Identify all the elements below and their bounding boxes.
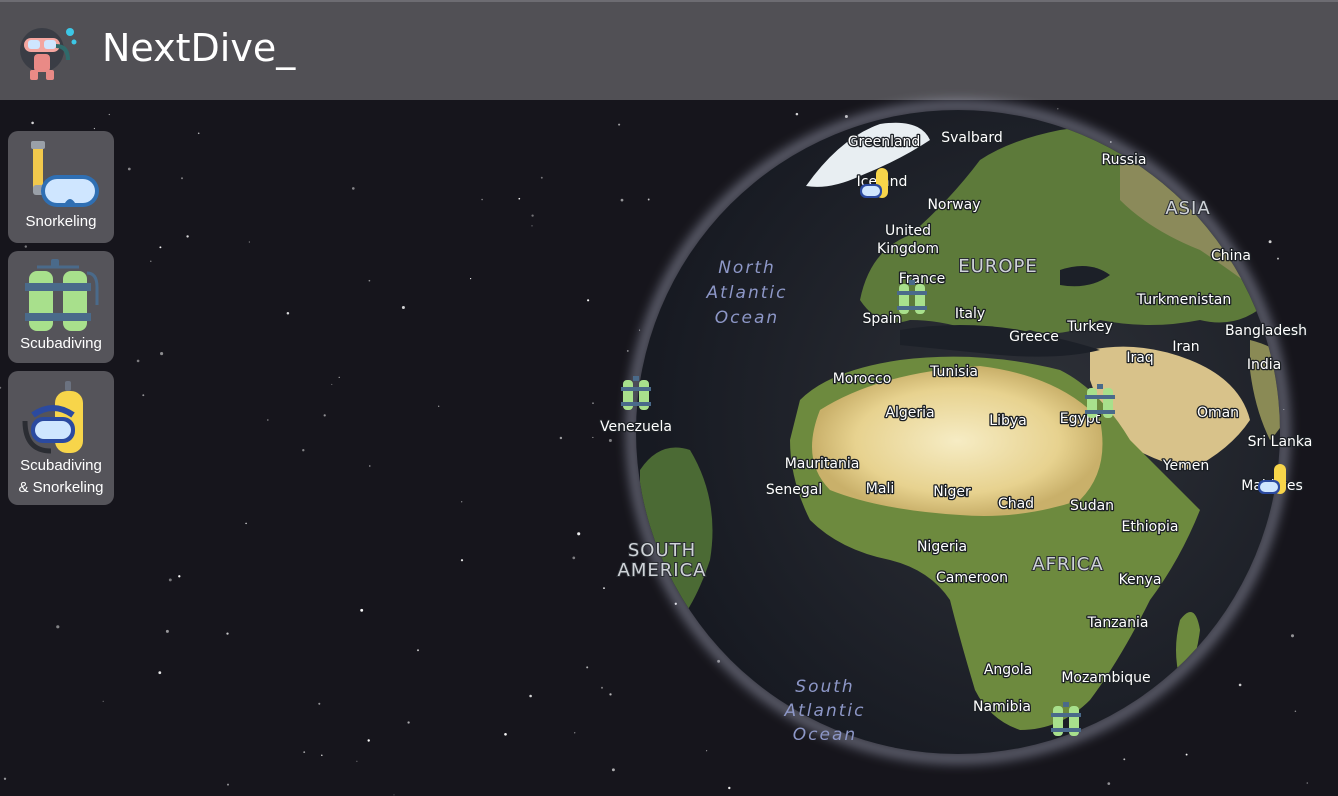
label-morocco: Morocco (833, 371, 892, 387)
scubadiving-label: Scubadiving (20, 335, 102, 352)
label-iraq: Iraq (1126, 350, 1153, 366)
app-title: NextDive_ (102, 26, 296, 70)
ocean-label-south-atlantic: South Atlantic Ocean (784, 677, 866, 745)
svg-text:North: North (718, 258, 776, 278)
label-china: China (1211, 248, 1251, 264)
label-uk-2: Kingdom (877, 241, 939, 257)
label-india: India (1247, 357, 1281, 373)
label-namibia: Namibia (973, 699, 1031, 715)
scubadiving-filter-button[interactable]: Scubadiving (8, 251, 114, 363)
label-italy: Italy (955, 306, 985, 322)
region-label-europe: EUROPE (958, 256, 1037, 277)
label-uk-1: United (885, 223, 931, 239)
label-kenya: Kenya (1119, 572, 1162, 588)
svg-text:South: South (795, 677, 854, 697)
svg-text:Ocean: Ocean (793, 725, 857, 745)
label-russia: Russia (1101, 152, 1146, 168)
diver-logo-icon[interactable] (16, 22, 78, 84)
scuba-snorkeling-label-line2: & Snorkeling (18, 479, 104, 496)
snorkel-mask-icon (31, 141, 99, 207)
label-sri-lanka: Sri Lanka (1248, 434, 1313, 450)
label-spain: Spain (862, 311, 901, 327)
label-greece: Greece (1009, 329, 1059, 345)
region-label-asia: ASIA (1165, 198, 1210, 219)
scuba-snorkel-icon (22, 381, 83, 454)
label-turkmenistan: Turkmenistan (1136, 292, 1231, 308)
label-mozambique: Mozambique (1061, 670, 1150, 686)
ocean-label-north-atlantic: North Atlantic Ocean (706, 258, 788, 328)
label-mauritania: Mauritania (785, 456, 860, 472)
label-svalbard: Svalbard (941, 130, 1003, 146)
label-tunisia: Tunisia (929, 364, 978, 380)
app-header: NextDive_ (0, 0, 1338, 100)
label-oman: Oman (1197, 405, 1239, 421)
filter-sidebar: Snorkeling Scubadiving Scubadiving & Sno… (8, 131, 114, 513)
scuba-tanks-icon (25, 259, 99, 331)
region-label-south-america-2: AMERICA (618, 560, 707, 581)
label-yemen: Yemen (1162, 458, 1209, 474)
snorkeling-filter-button[interactable]: Snorkeling (8, 131, 114, 243)
label-nigeria: Nigeria (917, 539, 967, 555)
snorkeling-label: Snorkeling (25, 213, 97, 230)
label-chad: Chad (998, 496, 1034, 512)
label-niger: Niger (933, 484, 971, 500)
svg-text:Atlantic: Atlantic (706, 283, 788, 303)
label-angola: Angola (984, 662, 1032, 678)
svg-text:Ocean: Ocean (715, 308, 779, 328)
label-bangladesh: Bangladesh (1225, 323, 1307, 339)
label-ethiopia: Ethiopia (1121, 519, 1178, 535)
label-tanzania: Tanzania (1087, 615, 1149, 631)
region-label-south-america-1: SOUTH (628, 540, 696, 561)
label-senegal: Senegal (766, 482, 822, 498)
label-sudan: Sudan (1070, 498, 1114, 514)
label-libya: Libya (989, 413, 1026, 429)
scuba-snorkeling-label-line1: Scubadiving (20, 457, 102, 474)
label-greenland: Greenland (848, 134, 921, 150)
label-iran: Iran (1172, 339, 1199, 355)
label-venezuela: Venezuela (600, 419, 672, 435)
region-label-africa: AFRICA (1032, 554, 1103, 575)
scuba-snorkeling-filter-button[interactable]: Scubadiving & Snorkeling (8, 371, 114, 505)
label-turkey: Turkey (1066, 319, 1113, 335)
label-norway: Norway (927, 197, 980, 213)
label-algeria: Algeria (885, 405, 934, 421)
label-mali: Mali (866, 481, 894, 497)
label-cameroon: Cameroon (936, 570, 1008, 586)
svg-text:Atlantic: Atlantic (784, 701, 866, 721)
